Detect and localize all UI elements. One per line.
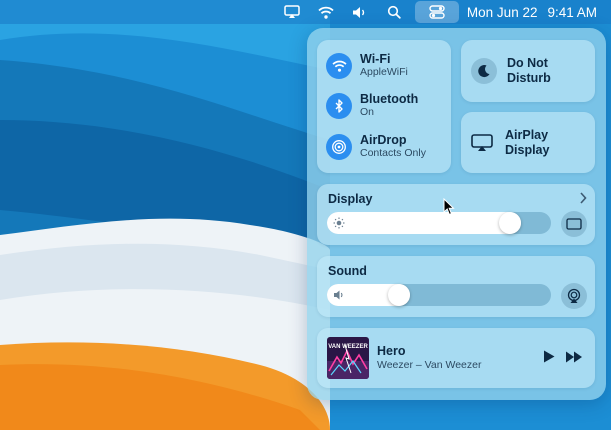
album-art[interactable]: VAN WEEZER: [327, 337, 369, 379]
bluetooth-title: Bluetooth: [360, 92, 419, 106]
airplay-icon[interactable]: [275, 0, 309, 24]
wifi-status: AppleWiFi: [360, 66, 408, 78]
album-art-text: VAN WEEZER: [328, 344, 368, 350]
wifi-icon[interactable]: [309, 0, 343, 24]
airdrop-status: Contacts Only: [360, 147, 426, 159]
fast-forward-icon[interactable]: [565, 351, 583, 363]
volume-icon[interactable]: [343, 0, 377, 24]
brightness-slider[interactable]: [327, 212, 551, 234]
brightness-slider-knob[interactable]: [498, 212, 521, 234]
sound-module: Sound: [317, 256, 595, 317]
airdrop-icon[interactable]: [326, 134, 352, 160]
volume-slider[interactable]: [327, 284, 551, 306]
airdrop-toggle[interactable]: AirDrop Contacts Only: [326, 134, 426, 160]
wifi-icon[interactable]: [326, 53, 352, 79]
airplay-label-line1: AirPlay: [505, 127, 549, 142]
do-not-disturb-button[interactable]: Do Not Disturb: [461, 40, 595, 102]
bluetooth-status: On: [360, 106, 375, 118]
play-icon[interactable]: [543, 350, 555, 363]
wifi-toggle[interactable]: Wi-Fi AppleWiFi: [326, 53, 408, 79]
bluetooth-toggle[interactable]: Bluetooth On: [326, 93, 418, 119]
mouse-cursor: [443, 198, 455, 216]
wifi-title: Wi-Fi: [360, 52, 391, 66]
brightness-slider-fill: [327, 212, 521, 234]
speaker-icon: [333, 289, 345, 301]
audio-output-icon[interactable]: [561, 283, 587, 309]
volume-slider-knob[interactable]: [387, 284, 410, 306]
bluetooth-icon[interactable]: [326, 93, 352, 119]
control-center-panel: Wi-Fi AppleWiFi Bluetooth On AirDrop Con…: [307, 28, 606, 400]
display-settings-icon[interactable]: [561, 211, 587, 237]
sun-icon: [333, 217, 345, 229]
menubar-date[interactable]: Mon Jun 22: [467, 0, 538, 24]
chevron-right-icon[interactable]: [579, 192, 587, 204]
airdrop-title: AirDrop: [360, 133, 407, 147]
search-icon[interactable]: [377, 0, 411, 24]
menubar-time[interactable]: 9:41 AM: [547, 0, 597, 24]
now-playing-module[interactable]: VAN WEEZER Hero Weezer – Van Weezer: [317, 328, 595, 388]
dnd-label-line1: Do Not: [507, 56, 548, 70]
network-module: Wi-Fi AppleWiFi Bluetooth On AirDrop Con…: [317, 40, 451, 173]
display-module: Display: [317, 184, 595, 245]
menu-bar: Mon Jun 22 9:41 AM: [0, 0, 611, 24]
track-title: Hero: [377, 344, 406, 358]
airplay-display-button[interactable]: AirPlay Display: [461, 112, 595, 173]
airplay-display-icon: [471, 133, 493, 152]
sound-label: Sound: [328, 264, 367, 278]
display-label: Display: [328, 192, 373, 206]
track-artist-album: Weezer – Van Weezer: [377, 359, 482, 371]
airplay-label-line2: Display: [505, 142, 550, 157]
moon-icon: [471, 58, 497, 84]
dnd-label-line2: Disturb: [507, 71, 551, 85]
control-center-icon[interactable]: [414, 1, 459, 23]
